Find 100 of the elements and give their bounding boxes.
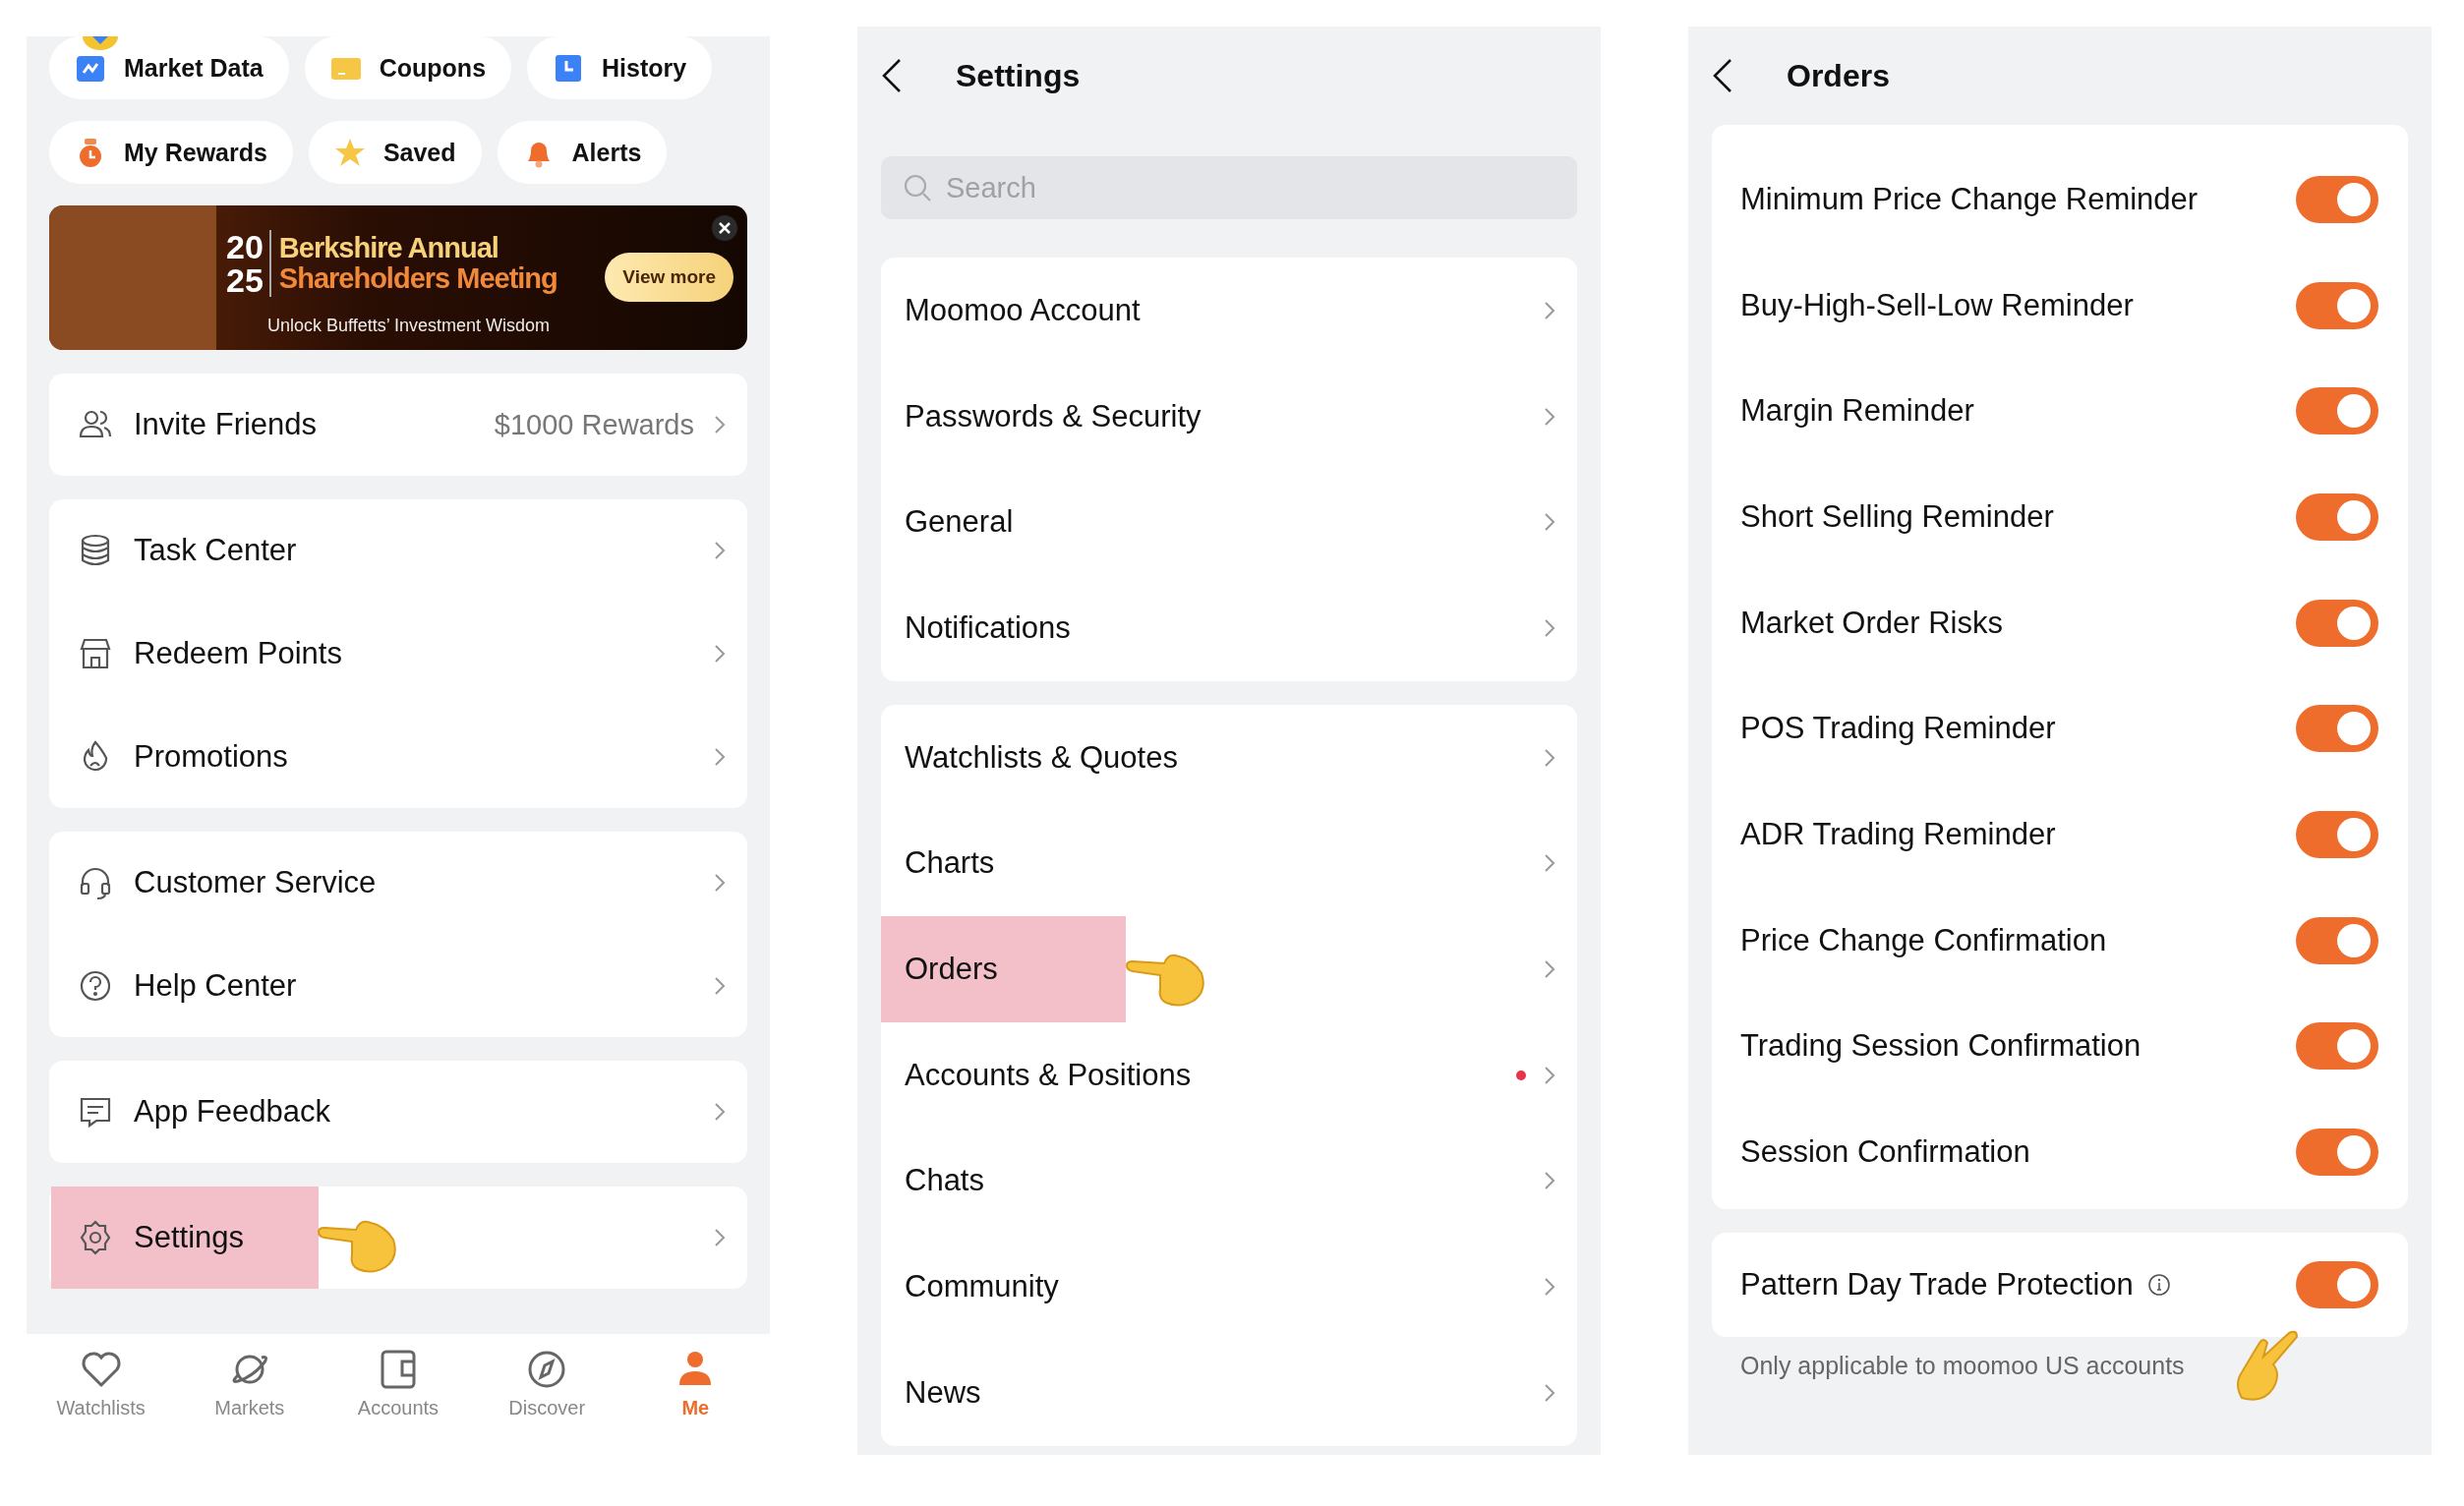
chevron-icon <box>714 746 726 767</box>
toggle-switch[interactable] <box>2296 1129 2378 1177</box>
banner-year: 25 <box>226 262 264 297</box>
chevron-icon <box>1544 406 1555 427</box>
setting-label: Price Change Confirmation <box>1740 922 2107 958</box>
menu-label: Customer Service <box>134 865 377 900</box>
item-label: Accounts & Positions <box>905 1057 1192 1093</box>
setting-label: POS Trading Reminder <box>1740 711 2056 747</box>
screen-title: Orders <box>1787 57 1890 94</box>
toggle-switch[interactable] <box>2296 175 2378 223</box>
menu-label: App Feedback <box>134 1094 330 1130</box>
toggle-switch[interactable] <box>2296 387 2378 435</box>
list-item[interactable]: News <box>881 1339 1577 1446</box>
setting-label: Pattern Day Trade Protection <box>1740 1266 2134 1303</box>
rewards-value: $1000 Rewards <box>494 408 694 441</box>
chevron-icon <box>714 415 726 434</box>
chevron-icon <box>1544 1171 1555 1191</box>
toggle-switch[interactable] <box>2296 916 2378 964</box>
item-label: Notifications <box>905 609 1071 646</box>
menu-item[interactable]: Customer Service <box>49 832 747 934</box>
item-label: News <box>905 1374 981 1411</box>
search-icon <box>903 173 932 203</box>
list-item[interactable]: Community <box>881 1234 1577 1340</box>
chevron-icon <box>1544 853 1555 874</box>
shortcut-chip[interactable]: Coupons <box>304 36 512 99</box>
item-label: Charts <box>905 845 995 882</box>
setting-label: Minimum Price Change Reminder <box>1740 181 2199 217</box>
item-label: Watchlists & Quotes <box>905 739 1178 776</box>
setting-label: Short Selling Reminder <box>1740 498 2054 535</box>
setting-label: Session Confirmation <box>1740 1134 2030 1171</box>
shortcut-chip[interactable]: My Rewards <box>49 121 293 184</box>
menu-item[interactable]: Help Center <box>49 934 747 1037</box>
tab-bar-item[interactable]: Watchlists <box>31 1348 170 1416</box>
toggle-switch[interactable] <box>2296 492 2378 541</box>
chevron-icon <box>1544 617 1555 638</box>
toggle-switch[interactable] <box>2296 705 2378 753</box>
chevron-icon <box>1544 958 1555 979</box>
list-item[interactable]: Chats <box>881 1128 1577 1235</box>
banner-title: Shareholders Meeting <box>278 262 557 293</box>
note-text: Only applicable to moomoo US accounts <box>1740 1352 2185 1381</box>
toggle-switch[interactable] <box>2296 810 2378 858</box>
item-label: Orders <box>905 951 998 987</box>
chevron-icon <box>1544 1382 1555 1403</box>
tab-bar-item[interactable]: Accounts <box>328 1348 467 1416</box>
menu-item[interactable]: Task Center <box>49 499 747 602</box>
item-label: Moomoo Account <box>905 292 1141 328</box>
shortcut-chip[interactable]: Alerts <box>497 121 668 184</box>
menu-item[interactable]: Promotions <box>49 705 747 808</box>
chevron-icon <box>714 643 726 664</box>
menu-label: Help Center <box>134 967 297 1004</box>
back-icon[interactable] <box>881 58 903 93</box>
close-icon[interactable] <box>712 215 737 241</box>
item-label: Chats <box>905 1163 984 1199</box>
menu-label: Task Center <box>134 533 297 568</box>
toggle-switch[interactable] <box>2296 599 2378 647</box>
item-label: Passwords & Security <box>905 398 1202 434</box>
banner-year: 20 <box>226 229 264 263</box>
setting-label: ADR Trading Reminder <box>1740 816 2056 852</box>
chevron-icon <box>1544 1277 1555 1298</box>
search-field[interactable]: Search <box>881 156 1577 219</box>
tab-bar-item[interactable]: Markets <box>180 1348 319 1416</box>
chevron-icon <box>714 541 726 560</box>
pointing-hand-icon <box>1125 952 1207 1010</box>
menu-item[interactable]: Redeem Points <box>49 602 747 705</box>
chevron-icon <box>714 873 726 893</box>
view-more-button[interactable]: View more <box>605 253 733 302</box>
list-item[interactable]: Moomoo Account <box>881 258 1577 364</box>
menu-item[interactable]: App Feedback <box>49 1061 747 1163</box>
list-item[interactable]: Watchlists & Quotes <box>881 704 1577 811</box>
list-item[interactable]: Charts <box>881 810 1577 917</box>
shortcut-chip[interactable]: Saved <box>308 121 482 184</box>
setting-label: Margin Reminder <box>1740 393 1974 430</box>
item-label: Community <box>905 1269 1059 1305</box>
menu-item[interactable]: Settings <box>49 1187 747 1289</box>
back-icon[interactable] <box>1712 58 1733 93</box>
toggle-switch[interactable] <box>2296 1022 2378 1071</box>
shortcut-chip[interactable]: History <box>527 36 713 99</box>
info-icon[interactable] <box>2146 1272 2171 1297</box>
banner-title: Berkshire Annual <box>278 233 499 263</box>
chevron-icon <box>714 1228 726 1247</box>
pointing-hand-icon <box>317 1218 399 1275</box>
chevron-icon <box>1544 1065 1555 1085</box>
promo-banner[interactable]: 20 25 Berkshire Annual Shareholders Meeting View more Unlock Buffetts’ Investment Wisdom <box>49 205 747 350</box>
chevron-icon <box>1544 747 1555 768</box>
menu-item[interactable]: Invite Friends $1000 Rewards <box>49 374 747 476</box>
shortcut-chip[interactable]: Market Data <box>49 36 289 99</box>
menu-label: Promotions <box>134 738 288 775</box>
toggle-switch[interactable] <box>2296 281 2378 329</box>
item-label: General <box>905 504 1014 541</box>
tab-bar-item[interactable]: Discover <box>478 1348 616 1416</box>
menu-label: Settings <box>134 1220 244 1255</box>
toggle-switch[interactable] <box>2296 1260 2378 1308</box>
menu-label: Invite Friends <box>134 407 318 442</box>
list-item[interactable]: Notifications <box>881 575 1577 681</box>
list-item[interactable]: Accounts & Positions <box>881 1021 1577 1129</box>
list-item[interactable]: Orders <box>881 916 1577 1022</box>
notification-dot <box>1516 1070 1526 1080</box>
list-item[interactable]: General <box>881 469 1577 576</box>
chevron-icon <box>1544 512 1555 533</box>
list-item[interactable]: Passwords & Security <box>881 363 1577 470</box>
